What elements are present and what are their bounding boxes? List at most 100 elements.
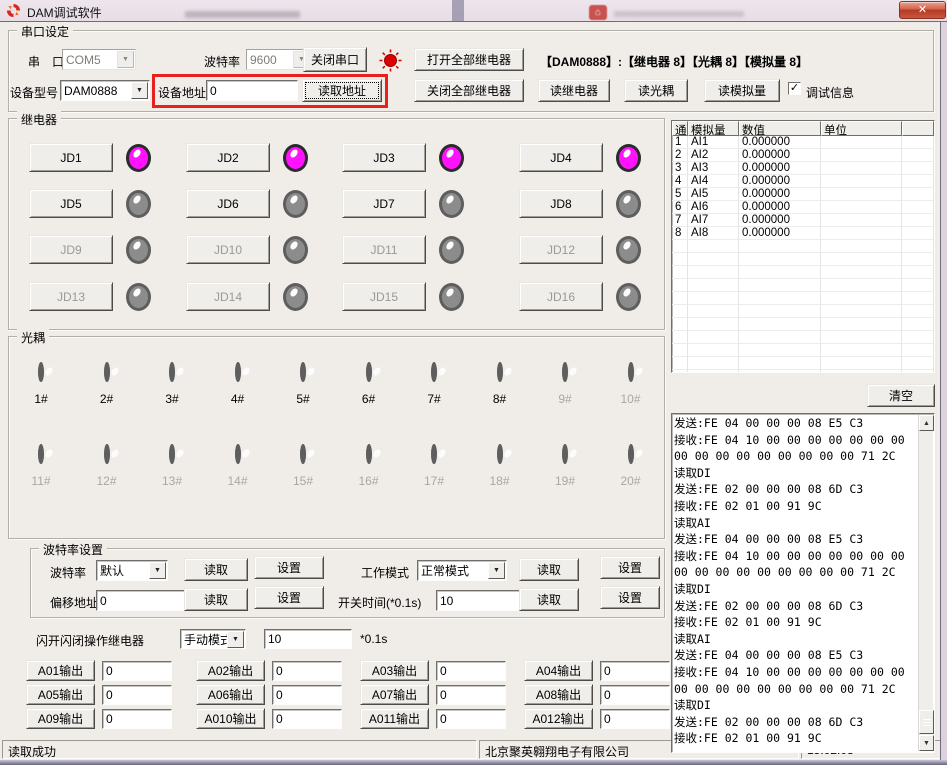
table-row[interactable]: [672, 279, 934, 292]
close-all-relays-button[interactable]: 关闭全部继电器: [414, 79, 524, 102]
output-button-A012[interactable]: A012输出: [524, 708, 593, 729]
relay-button-jd3[interactable]: JD3: [342, 143, 426, 172]
relay-button-jd7[interactable]: JD7: [342, 189, 426, 218]
output-button-A03[interactable]: A03输出: [360, 660, 429, 681]
close-button[interactable]: ✕: [899, 1, 946, 19]
baud-read-button[interactable]: 读取: [184, 558, 248, 581]
opto-cell: 10#: [605, 365, 657, 406]
read-opto-button[interactable]: 读光耦: [624, 79, 688, 102]
scrollbar-thumb[interactable]: [919, 710, 934, 734]
output-button-A07[interactable]: A07输出: [360, 684, 429, 705]
output-button-A010[interactable]: A010输出: [196, 708, 265, 729]
baud-set-button[interactable]: 设置: [254, 556, 324, 579]
switch-time-set-button[interactable]: 设置: [600, 586, 660, 609]
offset-read-button[interactable]: 读取: [184, 588, 248, 611]
relay-cell: JD9: [29, 235, 151, 264]
output-button-A06[interactable]: A06输出: [196, 684, 265, 705]
table-row[interactable]: 4AI40.000000: [672, 175, 934, 188]
ghost-artifact: [452, 0, 464, 21]
output-button-A08[interactable]: A08输出: [524, 684, 593, 705]
open-all-relays-button[interactable]: 打开全部继电器: [414, 48, 524, 71]
opto-led-18: [497, 444, 503, 464]
table-row[interactable]: 7AI70.000000: [672, 214, 934, 227]
table-row[interactable]: [672, 253, 934, 266]
debug-info-checkbox[interactable]: ✓: [788, 82, 801, 95]
offset-addr-input[interactable]: [96, 590, 196, 611]
table-row[interactable]: 5AI50.000000: [672, 188, 934, 201]
clear-log-button[interactable]: 清空: [867, 384, 935, 407]
switch-time-input[interactable]: [436, 590, 526, 611]
relay-cell: JD1: [29, 143, 151, 172]
comm-log-text: 发送:FE 04 00 00 00 08 E5 C3 接收:FE 04 10 0…: [674, 415, 918, 751]
table-row[interactable]: [672, 357, 934, 370]
table-row[interactable]: [672, 370, 934, 373]
flash-time-input[interactable]: [264, 629, 352, 649]
relay-cell: JD11: [342, 235, 464, 264]
table-row[interactable]: [672, 266, 934, 279]
output-button-A04[interactable]: A04输出: [524, 660, 593, 681]
output-input-A04[interactable]: [600, 661, 670, 681]
output-input-A02[interactable]: [272, 661, 342, 681]
comm-log-box[interactable]: 发送:FE 04 00 00 00 08 E5 C3 接收:FE 04 10 0…: [671, 413, 935, 753]
output-button-A09[interactable]: A09输出: [26, 708, 95, 729]
relay-button-jd5[interactable]: JD5: [29, 189, 113, 218]
table-row[interactable]: [672, 305, 934, 318]
output-input-A06[interactable]: [272, 685, 342, 705]
table-cell: 3: [672, 162, 688, 175]
table-cell: [821, 201, 902, 214]
output-button-A05[interactable]: A05输出: [26, 684, 95, 705]
analog-table-header: 通模拟量数值单位: [672, 121, 934, 136]
table-row[interactable]: 3AI30.000000: [672, 162, 934, 175]
table-row[interactable]: 2AI20.000000: [672, 149, 934, 162]
table-row[interactable]: 6AI60.000000: [672, 201, 934, 214]
read-relay-button[interactable]: 读继电器: [538, 79, 610, 102]
opto-cell: 17#: [408, 447, 460, 488]
relay-cell: JD14: [186, 282, 308, 311]
relay-cell: JD5: [29, 189, 151, 218]
output-button-A02[interactable]: A02输出: [196, 660, 265, 681]
table-row[interactable]: 1AI10.000000: [672, 136, 934, 149]
output-input-A01[interactable]: [102, 661, 172, 681]
opto-label: 15#: [277, 474, 329, 488]
scroll-up-icon[interactable]: ▲: [919, 415, 934, 431]
table-cell: [688, 253, 739, 266]
table-row[interactable]: [672, 331, 934, 344]
table-row[interactable]: [672, 344, 934, 357]
offset-set-button[interactable]: 设置: [254, 586, 324, 609]
output-input-A05[interactable]: [102, 685, 172, 705]
output-input-A09[interactable]: [102, 709, 172, 729]
output-button-A01[interactable]: A01输出: [26, 660, 95, 681]
close-port-button[interactable]: 关闭串口: [303, 47, 367, 72]
table-row[interactable]: [672, 292, 934, 305]
read-analog-button[interactable]: 读模拟量: [704, 79, 780, 102]
work-mode-value: 正常模式: [418, 562, 488, 579]
work-mode-read-button[interactable]: 读取: [519, 558, 579, 581]
port-select[interactable]: COM5 ▼: [62, 49, 136, 70]
output-input-A03[interactable]: [436, 661, 506, 681]
log-scrollbar[interactable]: ▲ ▼: [918, 415, 933, 751]
output-input-A010[interactable]: [272, 709, 342, 729]
scroll-down-icon[interactable]: ▼: [919, 735, 934, 751]
work-mode-set-button[interactable]: 设置: [600, 556, 660, 579]
relay-button-jd2[interactable]: JD2: [186, 143, 270, 172]
table-row[interactable]: 8AI80.000000: [672, 227, 934, 240]
baud-setting-select[interactable]: 默认 ▼: [96, 560, 168, 581]
table-cell: [821, 253, 902, 266]
output-input-A011[interactable]: [436, 709, 506, 729]
relay-button-jd1[interactable]: JD1: [29, 143, 113, 172]
relay-button-jd4[interactable]: JD4: [519, 143, 603, 172]
device-model-select[interactable]: DAM0888 ▼: [60, 80, 150, 101]
relay-button-jd6[interactable]: JD6: [186, 189, 270, 218]
table-header-cell: 数值: [739, 121, 821, 136]
work-mode-select[interactable]: 正常模式 ▼: [417, 560, 507, 581]
switch-time-read-button[interactable]: 读取: [519, 588, 579, 611]
output-input-A012[interactable]: [600, 709, 670, 729]
table-row[interactable]: [672, 240, 934, 253]
output-button-A011[interactable]: A011输出: [360, 708, 429, 729]
opto-led-6: [366, 362, 372, 382]
flash-mode-select[interactable]: 手动模式 ▼: [180, 629, 246, 649]
table-row[interactable]: [672, 318, 934, 331]
output-input-A08[interactable]: [600, 685, 670, 705]
output-input-A07[interactable]: [436, 685, 506, 705]
relay-button-jd8[interactable]: JD8: [519, 189, 603, 218]
